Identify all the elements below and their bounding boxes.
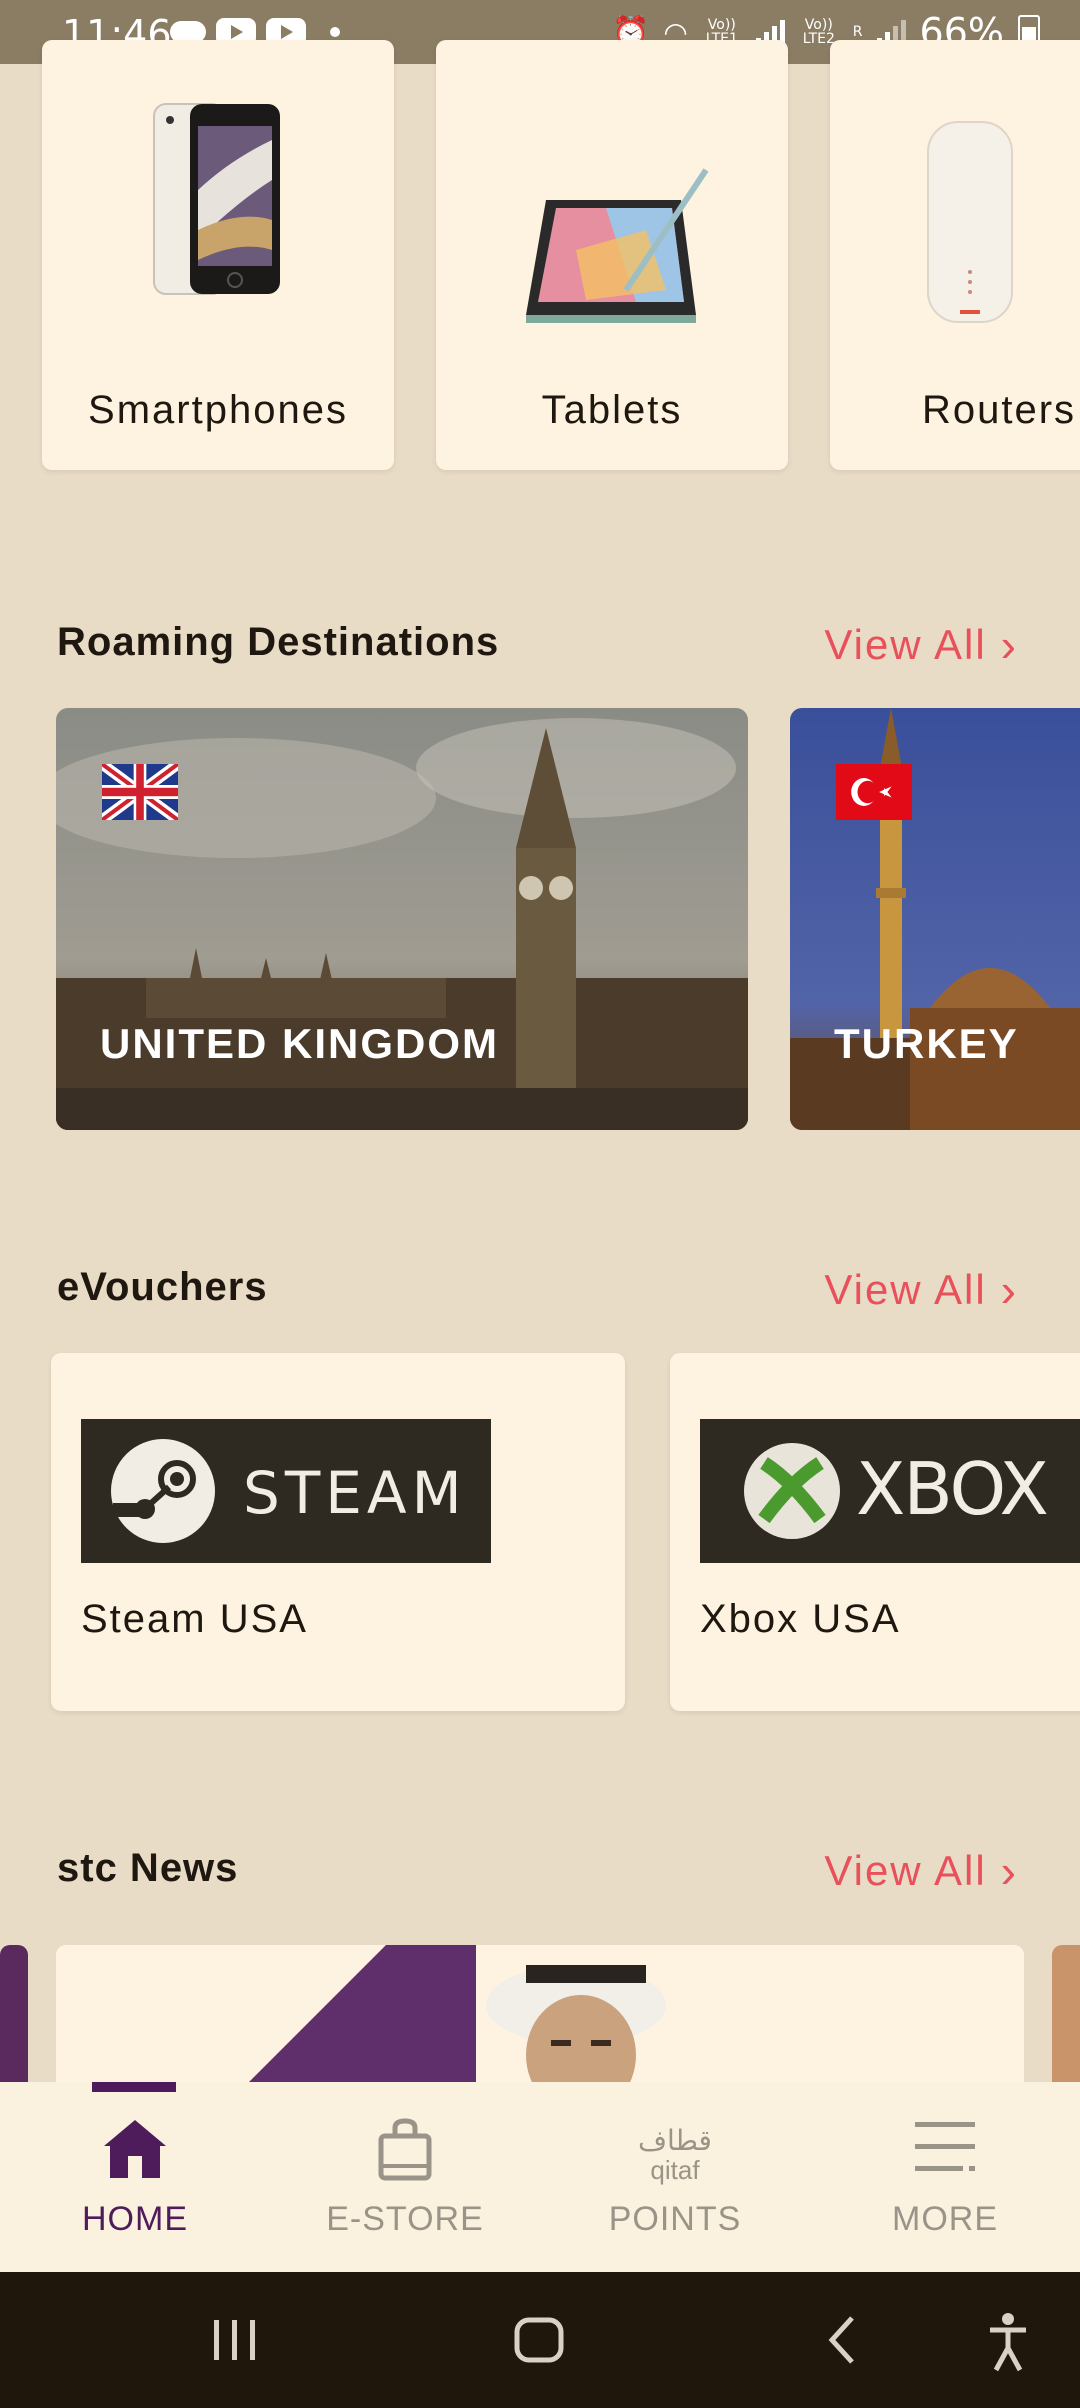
steam-logo: STEAM (81, 1419, 491, 1563)
smartphone-icon (153, 103, 280, 295)
home-icon (0, 2118, 270, 2184)
steam-icon (111, 1439, 215, 1543)
view-all-label: View All (824, 1266, 987, 1313)
system-navigation-bar (0, 2272, 1080, 2408)
chevron-right-icon: › (1000, 1264, 1018, 1316)
chevron-right-icon: › (1000, 619, 1018, 671)
nav-label: E-STORE (326, 2200, 484, 2238)
voucher-card-xbox[interactable]: XBOX Xbox USA (670, 1353, 1080, 1711)
news-section-title: stc News (57, 1846, 239, 1890)
home-button-icon[interactable] (512, 2312, 566, 2368)
voucher-name: Xbox USA (700, 1597, 901, 1641)
nav-points[interactable]: قطاف qitaf POINTS (540, 2082, 810, 2272)
xbox-logo: XBOX (700, 1419, 1080, 1563)
category-label: Routers (922, 388, 1077, 432)
category-card-tablets[interactable]: Tablets (436, 40, 788, 470)
roaming-indicator: R (852, 24, 863, 40)
nav-label: POINTS (608, 2200, 742, 2238)
uk-flag-icon (102, 764, 178, 820)
voucher-name: Steam USA (81, 1597, 308, 1641)
chevron-right-icon: › (1000, 1845, 1018, 1897)
more-notifications-icon (330, 27, 340, 37)
qitaf-arabic-text: قطاف (638, 2124, 712, 2157)
news-card[interactable] (56, 1945, 1024, 2085)
news-view-all-link[interactable]: View All › (824, 1844, 1018, 1898)
turkey-flag-icon (836, 764, 912, 820)
recent-apps-icon[interactable] (210, 2312, 260, 2368)
nav-home[interactable]: HOME (0, 2082, 270, 2272)
router-icon (927, 121, 1013, 323)
qitaf-english-text: qitaf (650, 2155, 700, 2185)
news-card-previous[interactable] (0, 1945, 28, 2085)
category-label: Tablets (541, 388, 683, 432)
roaming-view-all-link[interactable]: View All › (824, 618, 1018, 672)
active-indicator (92, 2082, 176, 2092)
destination-card-united-kingdom[interactable]: UNITED KINGDOM (56, 708, 748, 1130)
view-all-label: View All (824, 1847, 987, 1894)
category-label: Smartphones (88, 388, 348, 432)
bottom-navigation: HOME E-STORE قطاف qitaf POINTS MORE (0, 2082, 1080, 2272)
news-image (246, 1945, 666, 2085)
view-all-label: View All (824, 621, 987, 668)
news-card-next[interactable] (1052, 1945, 1080, 2085)
xbox-logo-text: XBOX (856, 1447, 1049, 1531)
nav-e-store[interactable]: E-STORE (270, 2082, 540, 2272)
accessibility-icon[interactable] (986, 2312, 1030, 2372)
destination-name: TURKEY (834, 1020, 1019, 1067)
tablet-icon (526, 168, 709, 323)
back-icon[interactable] (822, 2312, 862, 2368)
menu-icon (810, 2118, 1080, 2184)
qitaf-icon: قطاف qitaf (540, 2122, 810, 2188)
destination-name: UNITED KINGDOM (100, 1020, 499, 1067)
roaming-section-title: Roaming Destinations (57, 620, 500, 664)
nav-label: MORE (892, 2200, 998, 2238)
evouchers-section-title: eVouchers (57, 1265, 268, 1309)
voucher-card-steam[interactable]: STEAM Steam USA (51, 1353, 625, 1711)
evouchers-view-all-link[interactable]: View All › (824, 1263, 1018, 1317)
shopping-bag-icon (270, 2118, 540, 2184)
steam-logo-text: STEAM (243, 1459, 467, 1527)
destination-card-turkey[interactable]: TURKEY (790, 708, 1080, 1130)
nav-label: HOME (82, 2200, 188, 2238)
category-card-smartphones[interactable]: Smartphones (42, 40, 394, 470)
xbox-icon (744, 1443, 840, 1539)
nav-more[interactable]: MORE (810, 2082, 1080, 2272)
category-card-routers[interactable]: Routers (830, 40, 1080, 470)
